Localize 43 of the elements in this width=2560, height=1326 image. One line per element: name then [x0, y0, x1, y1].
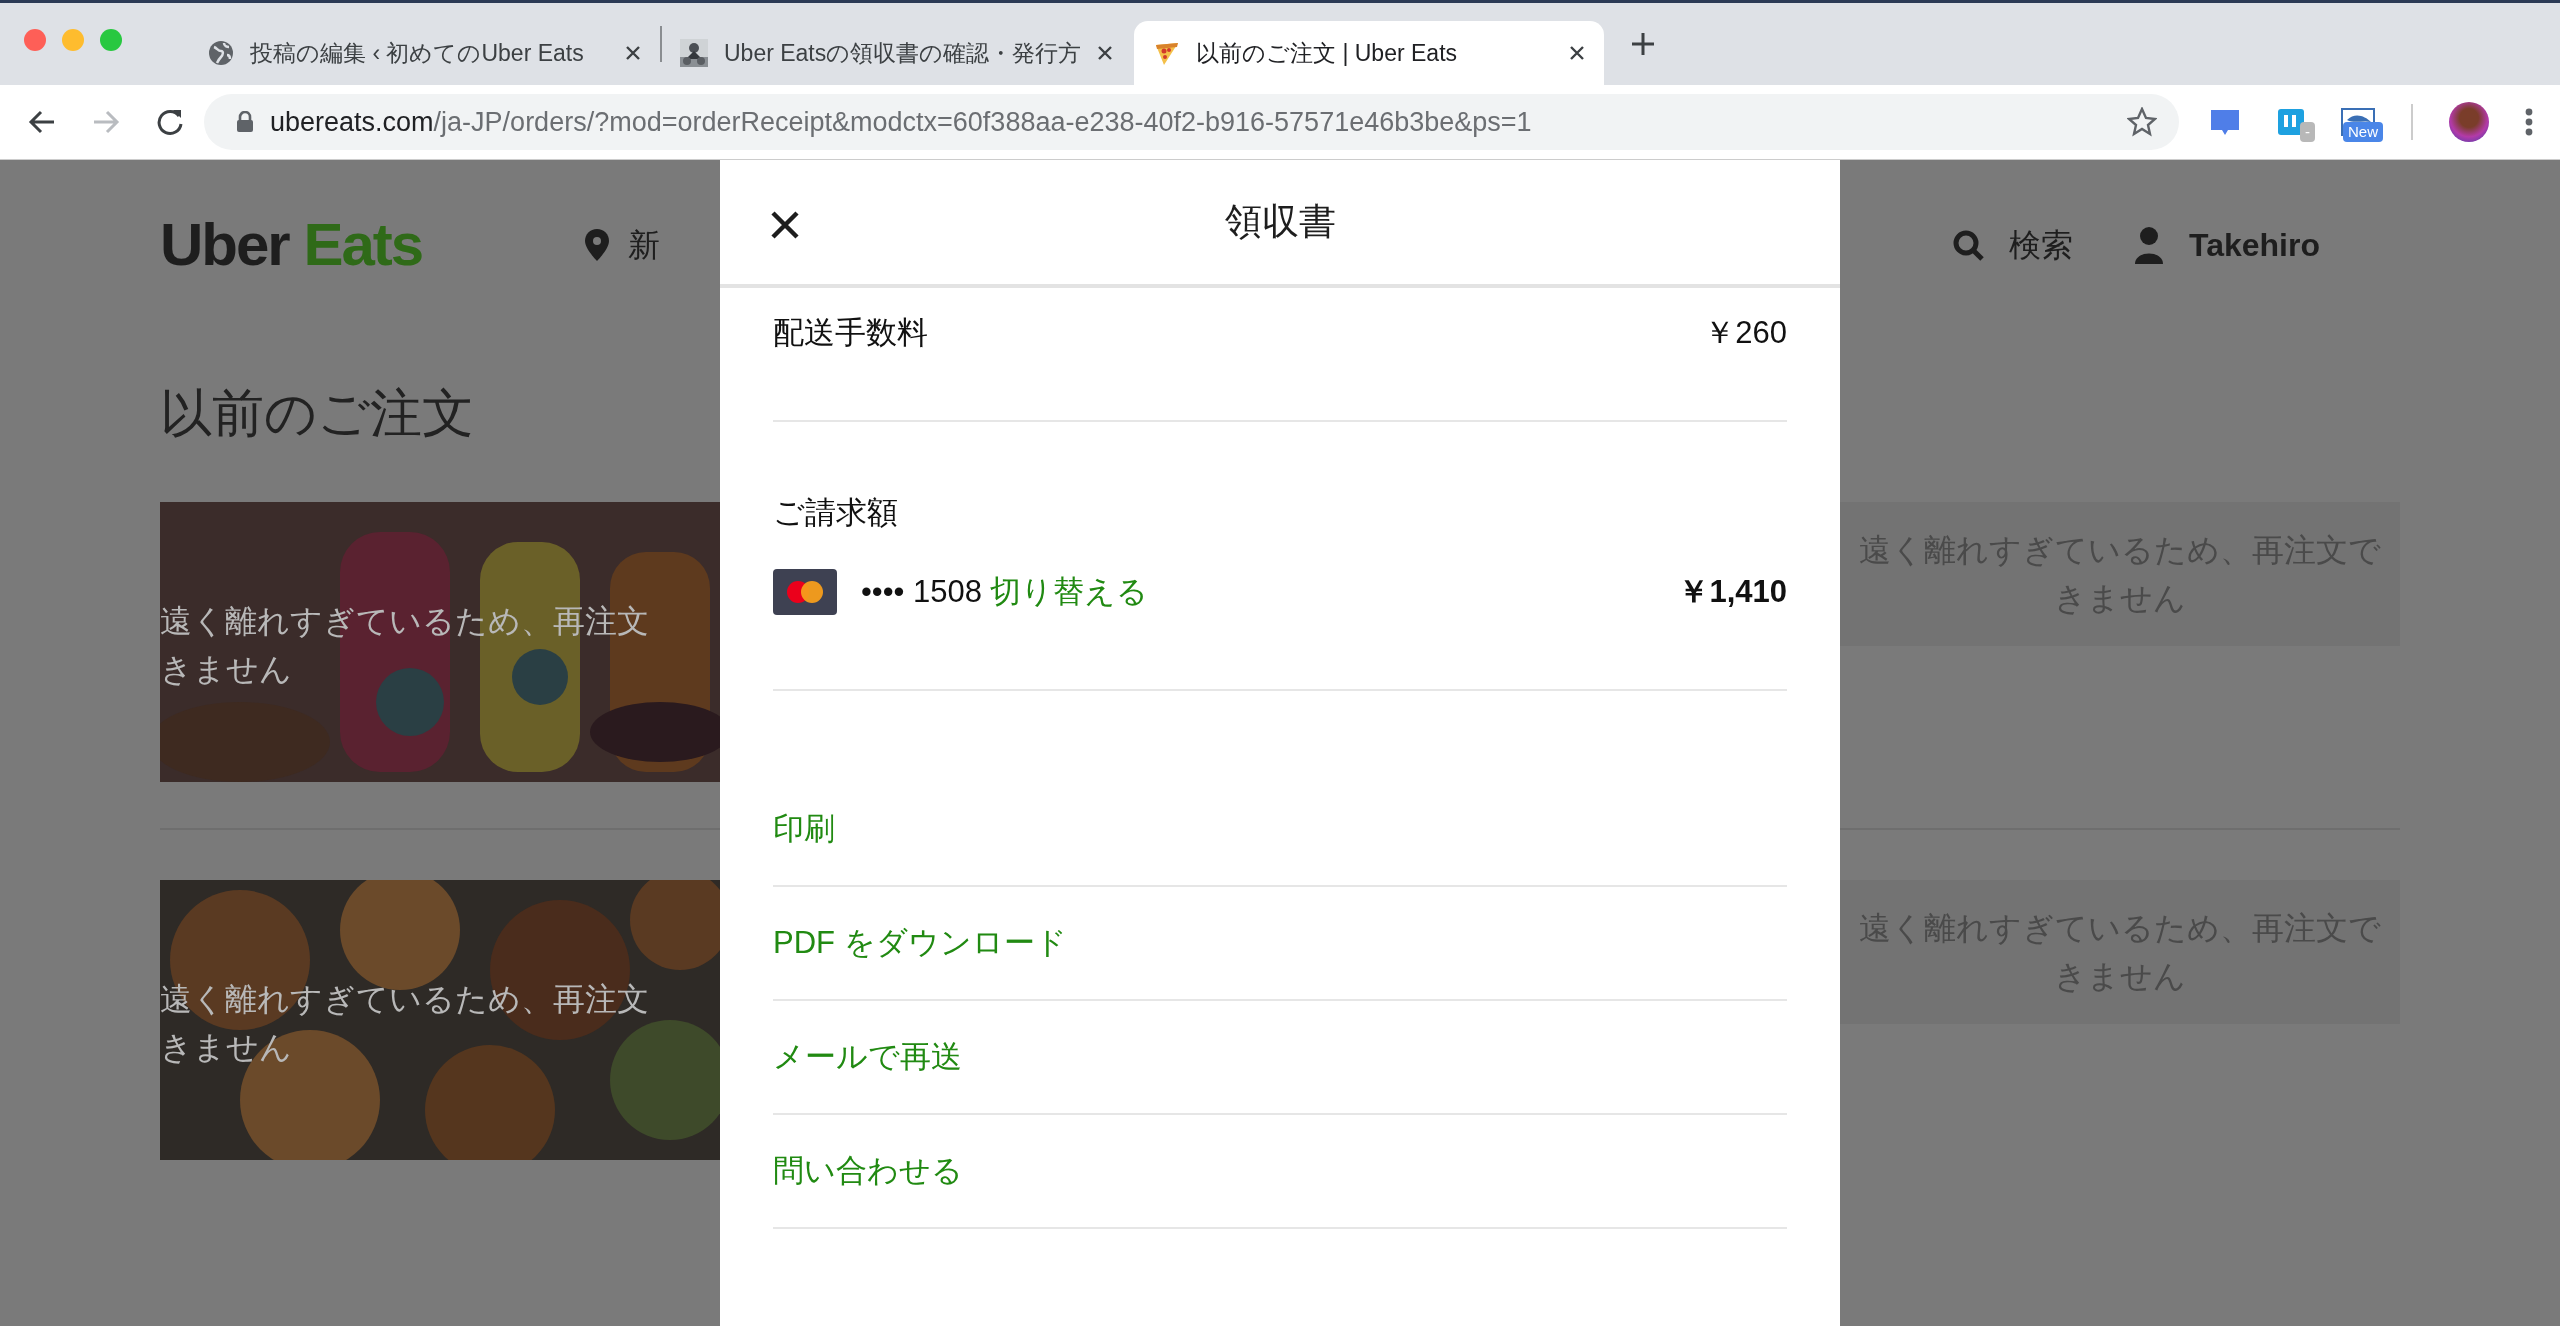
receipt-action-link[interactable]: PDF をダウンロード	[773, 919, 1067, 967]
chat-icon[interactable]	[2209, 108, 2241, 136]
total-amount: ￥1,410	[1678, 572, 1787, 611]
menu-icon[interactable]	[2525, 108, 2533, 136]
fee-label: 配送手数料	[773, 314, 928, 352]
browser-tab[interactable]: Uber Eatsの領収書の確認・発行方	[662, 21, 1132, 85]
unavailable-message: 遠く離れすぎているため、再注文	[160, 980, 649, 1019]
globe-icon	[208, 40, 234, 66]
browser-tab[interactable]: 以前のご注文 | Uber Eats	[1134, 21, 1604, 85]
lock-icon	[236, 111, 254, 133]
close-icon[interactable]	[624, 44, 642, 62]
receipt-action-link[interactable]: 印刷	[773, 805, 835, 853]
unavailable-message: 遠く離れすぎているため、再注文	[160, 602, 649, 641]
unavailable-message: きません	[160, 1028, 292, 1067]
search-icon[interactable]	[1952, 228, 1985, 262]
modal-title: 領収書	[1224, 200, 1336, 245]
close-icon[interactable]	[1096, 44, 1114, 62]
extension-badge: -	[2300, 122, 2315, 142]
star-icon[interactable]	[2127, 107, 2157, 137]
card-number: •••• 1508	[861, 572, 982, 611]
back-button[interactable]	[28, 108, 56, 136]
avatar[interactable]	[2449, 102, 2489, 142]
user-icon[interactable]	[2133, 226, 2165, 264]
location-text[interactable]: 新	[628, 221, 661, 269]
user-name[interactable]: Takehiro	[2189, 221, 2320, 269]
receipt-action-link[interactable]: メールで再送	[773, 1033, 962, 1081]
new-tab-icon[interactable]	[1630, 31, 1656, 57]
browser-tab[interactable]: 投稿の編集 ‹ 初めてのUber Eats	[190, 21, 660, 85]
uber-eats-logo[interactable]: Uber Eats	[160, 215, 423, 275]
switch-card-link[interactable]: 切り替える	[990, 568, 1148, 615]
extension-badge: New	[2343, 122, 2383, 142]
extension-icon[interactable]	[2277, 108, 2305, 136]
address-bar[interactable]: ubereats.com/ja-JP/orders/?mod=orderReceipt&modctx=60f388aa-e238-40f2-b916-57571e46b3be&ps=1	[204, 94, 2179, 150]
unavailable-message: きません	[160, 650, 292, 689]
close-icon[interactable]	[770, 210, 800, 240]
receipt-action-link[interactable]: 問い合わせる	[773, 1147, 963, 1195]
fee-amount: ￥260	[1704, 314, 1787, 352]
page-heading: 以前のご注文	[160, 383, 475, 444]
mastercard-icon	[773, 568, 837, 615]
total-label: ご請求額	[773, 494, 899, 532]
search-link[interactable]: 検索	[2009, 221, 2073, 269]
close-icon[interactable]	[1568, 44, 1586, 62]
reload-button[interactable]	[156, 108, 184, 136]
